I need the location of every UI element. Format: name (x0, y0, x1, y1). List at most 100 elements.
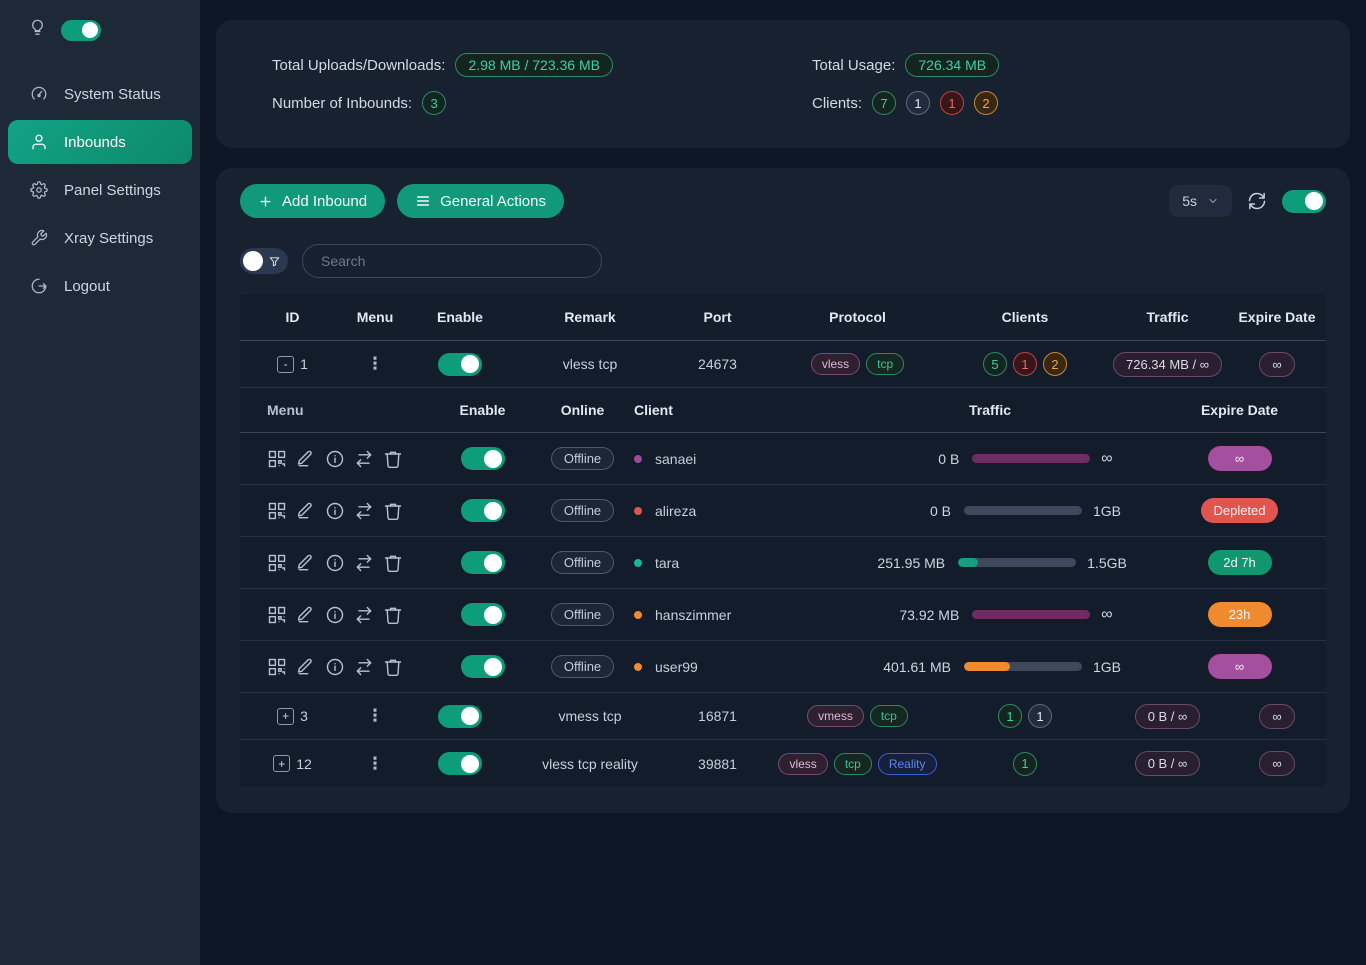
client-name: sanaei (655, 451, 696, 467)
inbound-port: 16871 (665, 708, 770, 724)
online-status-badge: Offline (551, 447, 614, 470)
client-name: hanszimmer (655, 607, 731, 623)
sidebar-item-xray-settings[interactable]: Xray Settings (0, 216, 200, 260)
inbound-enable-toggle[interactable] (438, 752, 482, 775)
info-icon[interactable] (325, 657, 345, 677)
menu-lines-icon (415, 193, 431, 209)
subcol-expire: Expire Date (1155, 402, 1324, 418)
client-count-badge: 1 (1028, 704, 1052, 728)
reset-traffic-icon[interactable] (354, 605, 374, 625)
refresh-interval-select[interactable]: 5s (1169, 185, 1232, 217)
col-clients: Clients (945, 309, 1105, 325)
sidebar-item-label: Inbounds (64, 134, 126, 151)
client-enable-toggle[interactable] (461, 447, 505, 470)
qr-code-icon[interactable] (267, 553, 287, 573)
qr-code-icon[interactable] (267, 501, 287, 521)
reset-traffic-icon[interactable] (354, 657, 374, 677)
client-name: alireza (655, 503, 696, 519)
total-updown-label: Total Uploads/Downloads: (272, 57, 445, 74)
col-id: ID (240, 309, 345, 325)
client-enable-toggle[interactable] (461, 655, 505, 678)
general-actions-button[interactable]: General Actions (397, 184, 564, 218)
info-icon[interactable] (325, 605, 345, 625)
edit-icon[interactable] (296, 605, 316, 625)
traffic-bar (972, 454, 1090, 463)
expire-badge: ∞ (1208, 654, 1272, 679)
client-name: tara (655, 555, 679, 571)
search-input[interactable] (302, 244, 602, 278)
total-usage-label: Total Usage: (812, 57, 895, 74)
sidebar-item-logout[interactable]: Logout (0, 264, 200, 308)
sidebar-item-inbounds[interactable]: Inbounds (8, 120, 192, 164)
col-port: Port (665, 309, 770, 325)
delete-icon[interactable] (383, 501, 403, 521)
search-row (240, 244, 1326, 278)
expand-row-button[interactable]: + (273, 755, 290, 772)
client-enable-toggle[interactable] (461, 603, 505, 626)
reset-traffic-icon[interactable] (354, 501, 374, 521)
inbounds-count-stat: Number of Inbounds: 3 (272, 84, 812, 122)
info-icon[interactable] (325, 553, 345, 573)
inbounds-count-label: Number of Inbounds: (272, 95, 412, 112)
reset-traffic-icon[interactable] (354, 449, 374, 469)
online-status-badge: Offline (551, 655, 614, 678)
client-count-badge: 1 (1013, 352, 1037, 376)
gauge-icon (30, 85, 48, 103)
delete-icon[interactable] (383, 657, 403, 677)
clients-total-badge: 7 (872, 91, 896, 115)
refresh-interval-value: 5s (1182, 193, 1197, 209)
sidebar-item-system-status[interactable]: System Status (0, 72, 200, 116)
qr-code-icon[interactable] (267, 657, 287, 677)
filter-toggle[interactable] (240, 248, 288, 274)
expire-badge: Depleted (1201, 498, 1277, 523)
protocol-badge: vmess (807, 705, 864, 727)
sidebar-item-label: System Status (64, 86, 161, 103)
inbound-id: 1 (300, 356, 308, 372)
client-traffic-used: 401.61 MB (859, 659, 951, 675)
protocol-badge: tcp (834, 753, 872, 775)
row-menu-icon[interactable]: ⋮ (367, 354, 384, 374)
refresh-icon[interactable] (1248, 192, 1266, 210)
inbound-expire-pill: ∞ (1259, 704, 1294, 729)
edit-icon[interactable] (296, 501, 316, 521)
row-menu-icon[interactable]: ⋮ (367, 754, 384, 774)
inbound-enable-toggle[interactable] (438, 705, 482, 728)
client-traffic-used: 73.92 MB (867, 607, 959, 623)
protocol-badge: tcp (870, 705, 908, 727)
add-inbound-button[interactable]: Add Inbound (240, 184, 385, 218)
edit-icon[interactable] (296, 657, 316, 677)
client-color-dot (634, 559, 642, 567)
delete-icon[interactable] (383, 605, 403, 625)
delete-icon[interactable] (383, 553, 403, 573)
client-enable-toggle[interactable] (461, 499, 505, 522)
theme-toggle[interactable] (61, 20, 101, 41)
info-icon[interactable] (325, 449, 345, 469)
client-traffic-used: 251.95 MB (853, 555, 945, 571)
client-traffic-limit: 1GB (1093, 503, 1121, 519)
edit-icon[interactable] (296, 449, 316, 469)
expand-row-button[interactable]: + (277, 708, 294, 725)
auto-refresh-toggle[interactable] (1282, 190, 1326, 213)
table-header-row: ID Menu Enable Remark Port Protocol Clie… (240, 294, 1326, 341)
client-traffic-limit: ∞ (1101, 450, 1112, 468)
inbound-remark: vless tcp (515, 356, 665, 372)
sidebar-item-panel-settings[interactable]: Panel Settings (0, 168, 200, 212)
qr-code-icon[interactable] (267, 449, 287, 469)
delete-icon[interactable] (383, 449, 403, 469)
traffic-bar (972, 610, 1090, 619)
filter-toggle-knob (243, 251, 263, 271)
expire-badge: 23h (1208, 602, 1272, 627)
info-icon[interactable] (325, 501, 345, 521)
client-row: Offline hanszimmer 73.92 MB ∞ 23h (240, 589, 1326, 641)
edit-icon[interactable] (296, 553, 316, 573)
traffic-bar (958, 558, 1076, 567)
reset-traffic-icon[interactable] (354, 553, 374, 573)
inbounds-card: Add Inbound General Actions 5s (216, 168, 1350, 813)
collapse-row-button[interactable]: - (277, 356, 294, 373)
client-enable-toggle[interactable] (461, 551, 505, 574)
inbound-enable-toggle[interactable] (438, 353, 482, 376)
row-menu-icon[interactable]: ⋮ (367, 706, 384, 726)
qr-code-icon[interactable] (267, 605, 287, 625)
subcol-menu: Menu (240, 402, 430, 418)
app-root: System Status Inbounds Panel Settings Xr… (0, 0, 1366, 965)
